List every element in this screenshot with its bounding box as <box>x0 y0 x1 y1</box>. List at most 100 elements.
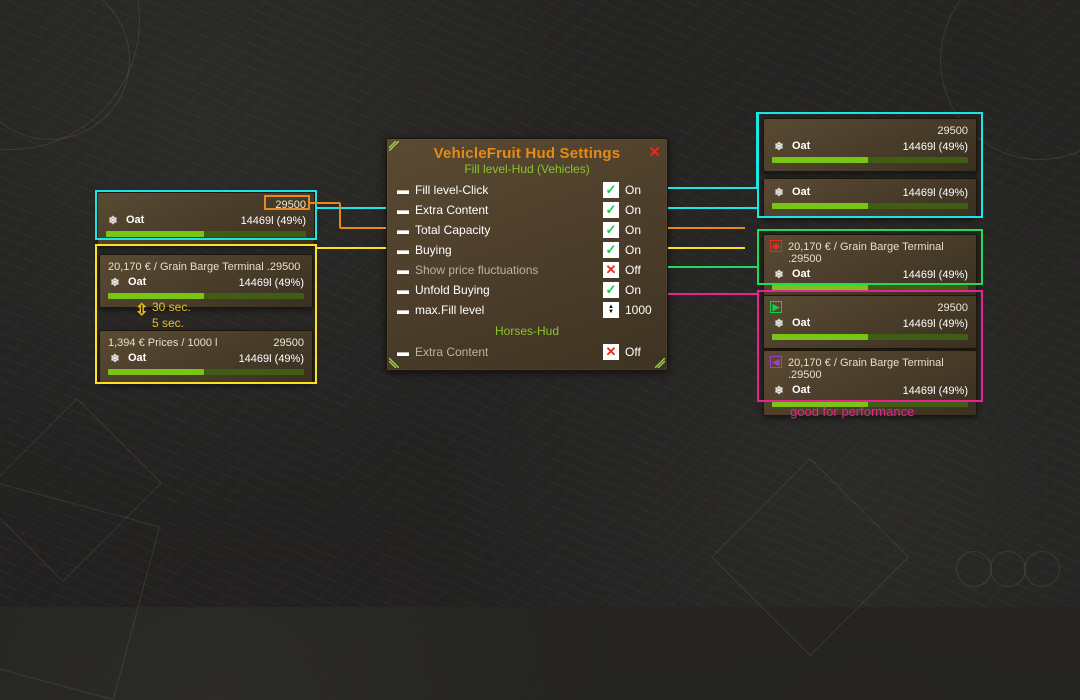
checkbox[interactable]: ✕ <box>603 344 619 360</box>
checkbox[interactable]: ✓ <box>603 242 619 258</box>
checkbox[interactable]: ✓ <box>603 182 619 198</box>
hud-card-basic: 29500 ❄ Oat 14469l (49%) <box>97 192 315 246</box>
row-extra-content[interactable]: ▬ Extra Content ✓ On <box>395 200 659 220</box>
dash-icon: ▬ <box>397 345 409 359</box>
row-state: On <box>625 223 659 237</box>
crop-name: Oat <box>792 384 810 396</box>
price-trend-down-icon[interactable]: ◆ <box>770 240 782 252</box>
crop-name: Oat <box>128 352 146 364</box>
dash-icon: ▬ <box>397 263 409 277</box>
crop-icon: ❄ <box>108 351 122 365</box>
resize-icon <box>389 141 399 151</box>
unfold-icon[interactable]: ▶ <box>770 301 782 313</box>
timing-short: 5 sec. <box>152 316 184 330</box>
hud-card-buying: 20,170 € / Grain Barge Terminal .29500 ❄… <box>99 254 313 308</box>
hud-card-folded: ▶ 29500 ❄ Oat 14469l (49%) <box>763 295 977 349</box>
row-label: Buying <box>415 243 603 257</box>
row-value: 1000 <box>625 303 659 317</box>
fill-value: 14469l (49%) <box>903 269 968 281</box>
hud-card-green: ◆ 20,170 € / Grain Barge Terminal .29500… <box>763 234 977 300</box>
fill-value: 14469l (49%) <box>903 318 968 330</box>
row-fill-click[interactable]: ▬ Fill level-Click ✓ On <box>395 180 659 200</box>
section-heading: Horses-Hud <box>395 324 659 338</box>
row-total-capacity[interactable]: ▬ Total Capacity ✓ On <box>395 220 659 240</box>
buy-line: 20,170 € / Grain Barge Terminal .29500 <box>788 241 968 265</box>
row-horses-extra[interactable]: ▬ Extra Content ✕ Off <box>395 342 659 362</box>
section-heading: Fill level-Hud (Vehicles) <box>395 162 659 176</box>
fold-icon[interactable]: ◀ <box>770 356 782 368</box>
fill-bar <box>106 231 306 237</box>
dash-icon: ▬ <box>397 223 409 237</box>
fill-bar <box>772 157 968 163</box>
capacity: 29500 <box>275 199 306 211</box>
fill-value: 14469l (49%) <box>903 385 968 397</box>
dash-icon: ▬ <box>397 183 409 197</box>
close-icon[interactable]: ✕ <box>648 143 661 161</box>
capacity: 29500 <box>273 337 304 349</box>
hud-card-no-cap: ❄Oat 14469l (49%) <box>763 178 977 218</box>
row-label: Total Capacity <box>415 223 603 237</box>
dash-icon: ▬ <box>397 303 409 317</box>
fill-value: 14469l (49%) <box>903 187 968 199</box>
row-state: On <box>625 283 659 297</box>
crop-name: Oat <box>128 276 146 288</box>
crop-name: Oat <box>126 214 144 226</box>
crop-name: Oat <box>792 140 810 152</box>
row-label: Unfold Buying <box>415 283 603 297</box>
row-state: Off <box>625 345 659 359</box>
arrow-updown-icon: ⇳ <box>135 300 148 320</box>
row-state: Off <box>625 263 659 277</box>
fill-bar <box>772 285 968 291</box>
row-state: On <box>625 243 659 257</box>
crop-icon: ❄ <box>772 139 786 153</box>
crop-icon: ❄ <box>106 213 120 227</box>
timing-long: 30 sec. <box>152 300 191 314</box>
resize-icon <box>389 358 399 368</box>
row-state: On <box>625 203 659 217</box>
checkbox[interactable]: ✓ <box>603 222 619 238</box>
crop-icon: ❄ <box>772 383 786 397</box>
fill-value: 14469l (49%) <box>903 141 968 153</box>
row-label: Extra Content <box>415 203 603 217</box>
row-unfold-buying[interactable]: ▬ Unfold Buying ✓ On <box>395 280 659 300</box>
checkbox[interactable]: ✓ <box>603 202 619 218</box>
capacity: 29500 <box>937 125 968 137</box>
fill-bar <box>108 369 304 375</box>
resize-icon <box>655 358 665 368</box>
caption-performance: good for performance <box>790 404 914 419</box>
checkbox[interactable]: ✕ <box>603 262 619 278</box>
fill-value: 14469l (49%) <box>241 215 306 227</box>
dash-icon: ▬ <box>397 203 409 217</box>
dash-icon: ▬ <box>397 243 409 257</box>
dash-icon: ▬ <box>397 283 409 297</box>
row-max-fill[interactable]: ▬ max.Fill level ▲▼ 1000 <box>395 300 659 320</box>
panel-title: VehicleFruit Hud Settings <box>395 145 659 162</box>
crop-icon: ❄ <box>772 185 786 199</box>
fill-bar <box>772 334 968 340</box>
settings-panel[interactable]: ✕ VehicleFruit Hud Settings Fill level-H… <box>386 138 668 371</box>
crop-icon: ❄ <box>772 267 786 281</box>
row-buying[interactable]: ▬ Buying ✓ On <box>395 240 659 260</box>
row-price-fluctuations[interactable]: ▬ Show price fluctuations ✕ Off <box>395 260 659 280</box>
buy-line: 20,170 € / Grain Barge Terminal .29500 <box>788 357 968 381</box>
stepper[interactable]: ▲▼ <box>603 302 619 318</box>
crop-name: Oat <box>792 268 810 280</box>
crop-name: Oat <box>792 317 810 329</box>
crop-icon: ❄ <box>772 316 786 330</box>
checkbox[interactable]: ✓ <box>603 282 619 298</box>
hud-card: 29500 ❄ Oat 14469l (49%) <box>763 118 977 172</box>
fill-value: 14469l (49%) <box>239 353 304 365</box>
fill-bar <box>108 293 304 299</box>
row-label: Fill level-Click <box>415 183 603 197</box>
fill-value: 14469l (49%) <box>239 277 304 289</box>
row-state: On <box>625 183 659 197</box>
hud-card-prices: 1,394 € Prices / 1000 l 29500 ❄ Oat 14469… <box>99 330 313 384</box>
row-label: Show price fluctuations <box>415 263 603 277</box>
capacity: 29500 <box>937 302 968 314</box>
fill-bar <box>772 203 968 209</box>
crop-icon: ❄ <box>108 275 122 289</box>
buy-line: 20,170 € / Grain Barge Terminal .29500 <box>108 261 300 273</box>
row-label: max.Fill level <box>415 303 603 317</box>
price-line: 1,394 € Prices / 1000 l <box>108 337 217 349</box>
row-label: Extra Content <box>415 345 603 359</box>
